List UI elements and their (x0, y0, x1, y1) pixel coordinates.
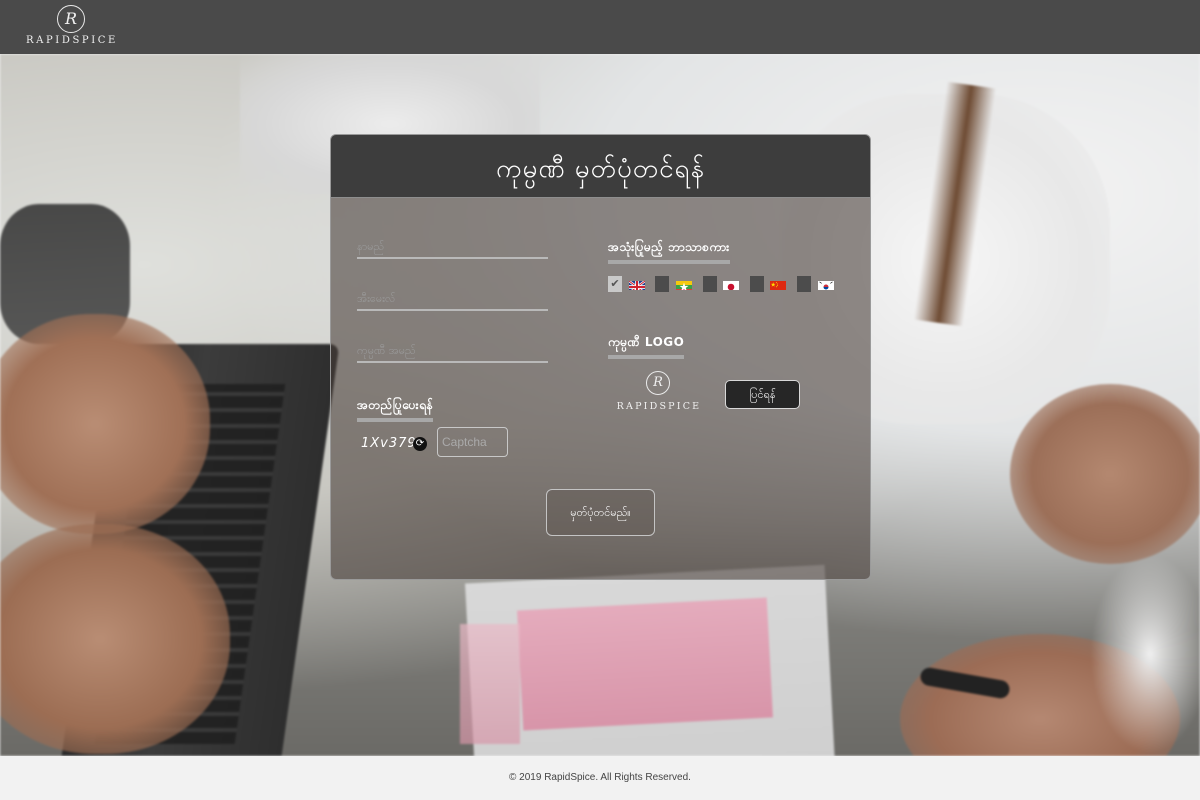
china-flag-icon (770, 278, 786, 290)
brand-name: RAPIDSPICE (26, 35, 118, 46)
uk-flag-icon (629, 278, 645, 290)
logo-mark-icon: R (646, 371, 670, 395)
language-checkbox-uk[interactable]: ✔ (608, 276, 622, 292)
logo-mark-icon: R (57, 5, 85, 33)
copyright-text: © 2019 RapidSpice. All Rights Reserved. (509, 772, 691, 783)
captcha-code: 1Xv379 (361, 436, 417, 451)
japan-flag-icon (723, 278, 739, 290)
footer: © 2019 RapidSpice. All Rights Reserved. (0, 756, 1200, 800)
email-field[interactable] (357, 287, 548, 311)
company-registration-card: ကုမ္ပဏီ မှတ်ပုံတင်ရန် အတည်ပြုပေးရန် 1Xv3… (330, 134, 871, 580)
language-checkbox-myanmar[interactable] (655, 276, 669, 292)
company-logo-title: ကုမ္ပဏီ LOGO (608, 334, 685, 359)
verify-title: အတည်ပြုပေးရန် (357, 397, 434, 422)
top-header: R RAPIDSPICE (0, 0, 1200, 54)
company-name-field[interactable] (357, 339, 548, 363)
card-header: ကုမ္ပဏီ မှတ်ပုံတင်ရန် (331, 135, 870, 198)
refresh-icon[interactable]: ⟳ (413, 437, 427, 451)
check-icon: ✔ (610, 277, 620, 290)
name-input[interactable] (357, 236, 548, 257)
company-logo-preview: R RAPIDSPICE (612, 371, 706, 417)
captcha-field[interactable] (437, 427, 508, 457)
language-title: အသုံးပြုမည့် ဘာသာစကား (608, 239, 730, 264)
brand-logo[interactable]: R RAPIDSPICE (24, 4, 120, 50)
myanmar-flag-icon (676, 278, 692, 290)
logo-preview-name: RAPIDSPICE (616, 401, 702, 412)
company-name-input[interactable] (357, 340, 548, 361)
card-title: ကုမ္ပဏီ မှတ်ပုံတင်ရန် (496, 154, 705, 184)
korea-flag-icon (818, 278, 834, 290)
change-logo-button[interactable]: ပြင်ရန် (725, 380, 800, 409)
language-checkbox-china[interactable] (750, 276, 764, 292)
name-field[interactable] (357, 235, 548, 259)
captcha-input[interactable] (442, 430, 504, 454)
language-checkbox-korea[interactable] (797, 276, 811, 292)
email-input[interactable] (357, 288, 548, 309)
register-button[interactable]: မှတ်ပုံတင်မည်။ (546, 489, 655, 536)
language-checkbox-japan[interactable] (703, 276, 717, 292)
